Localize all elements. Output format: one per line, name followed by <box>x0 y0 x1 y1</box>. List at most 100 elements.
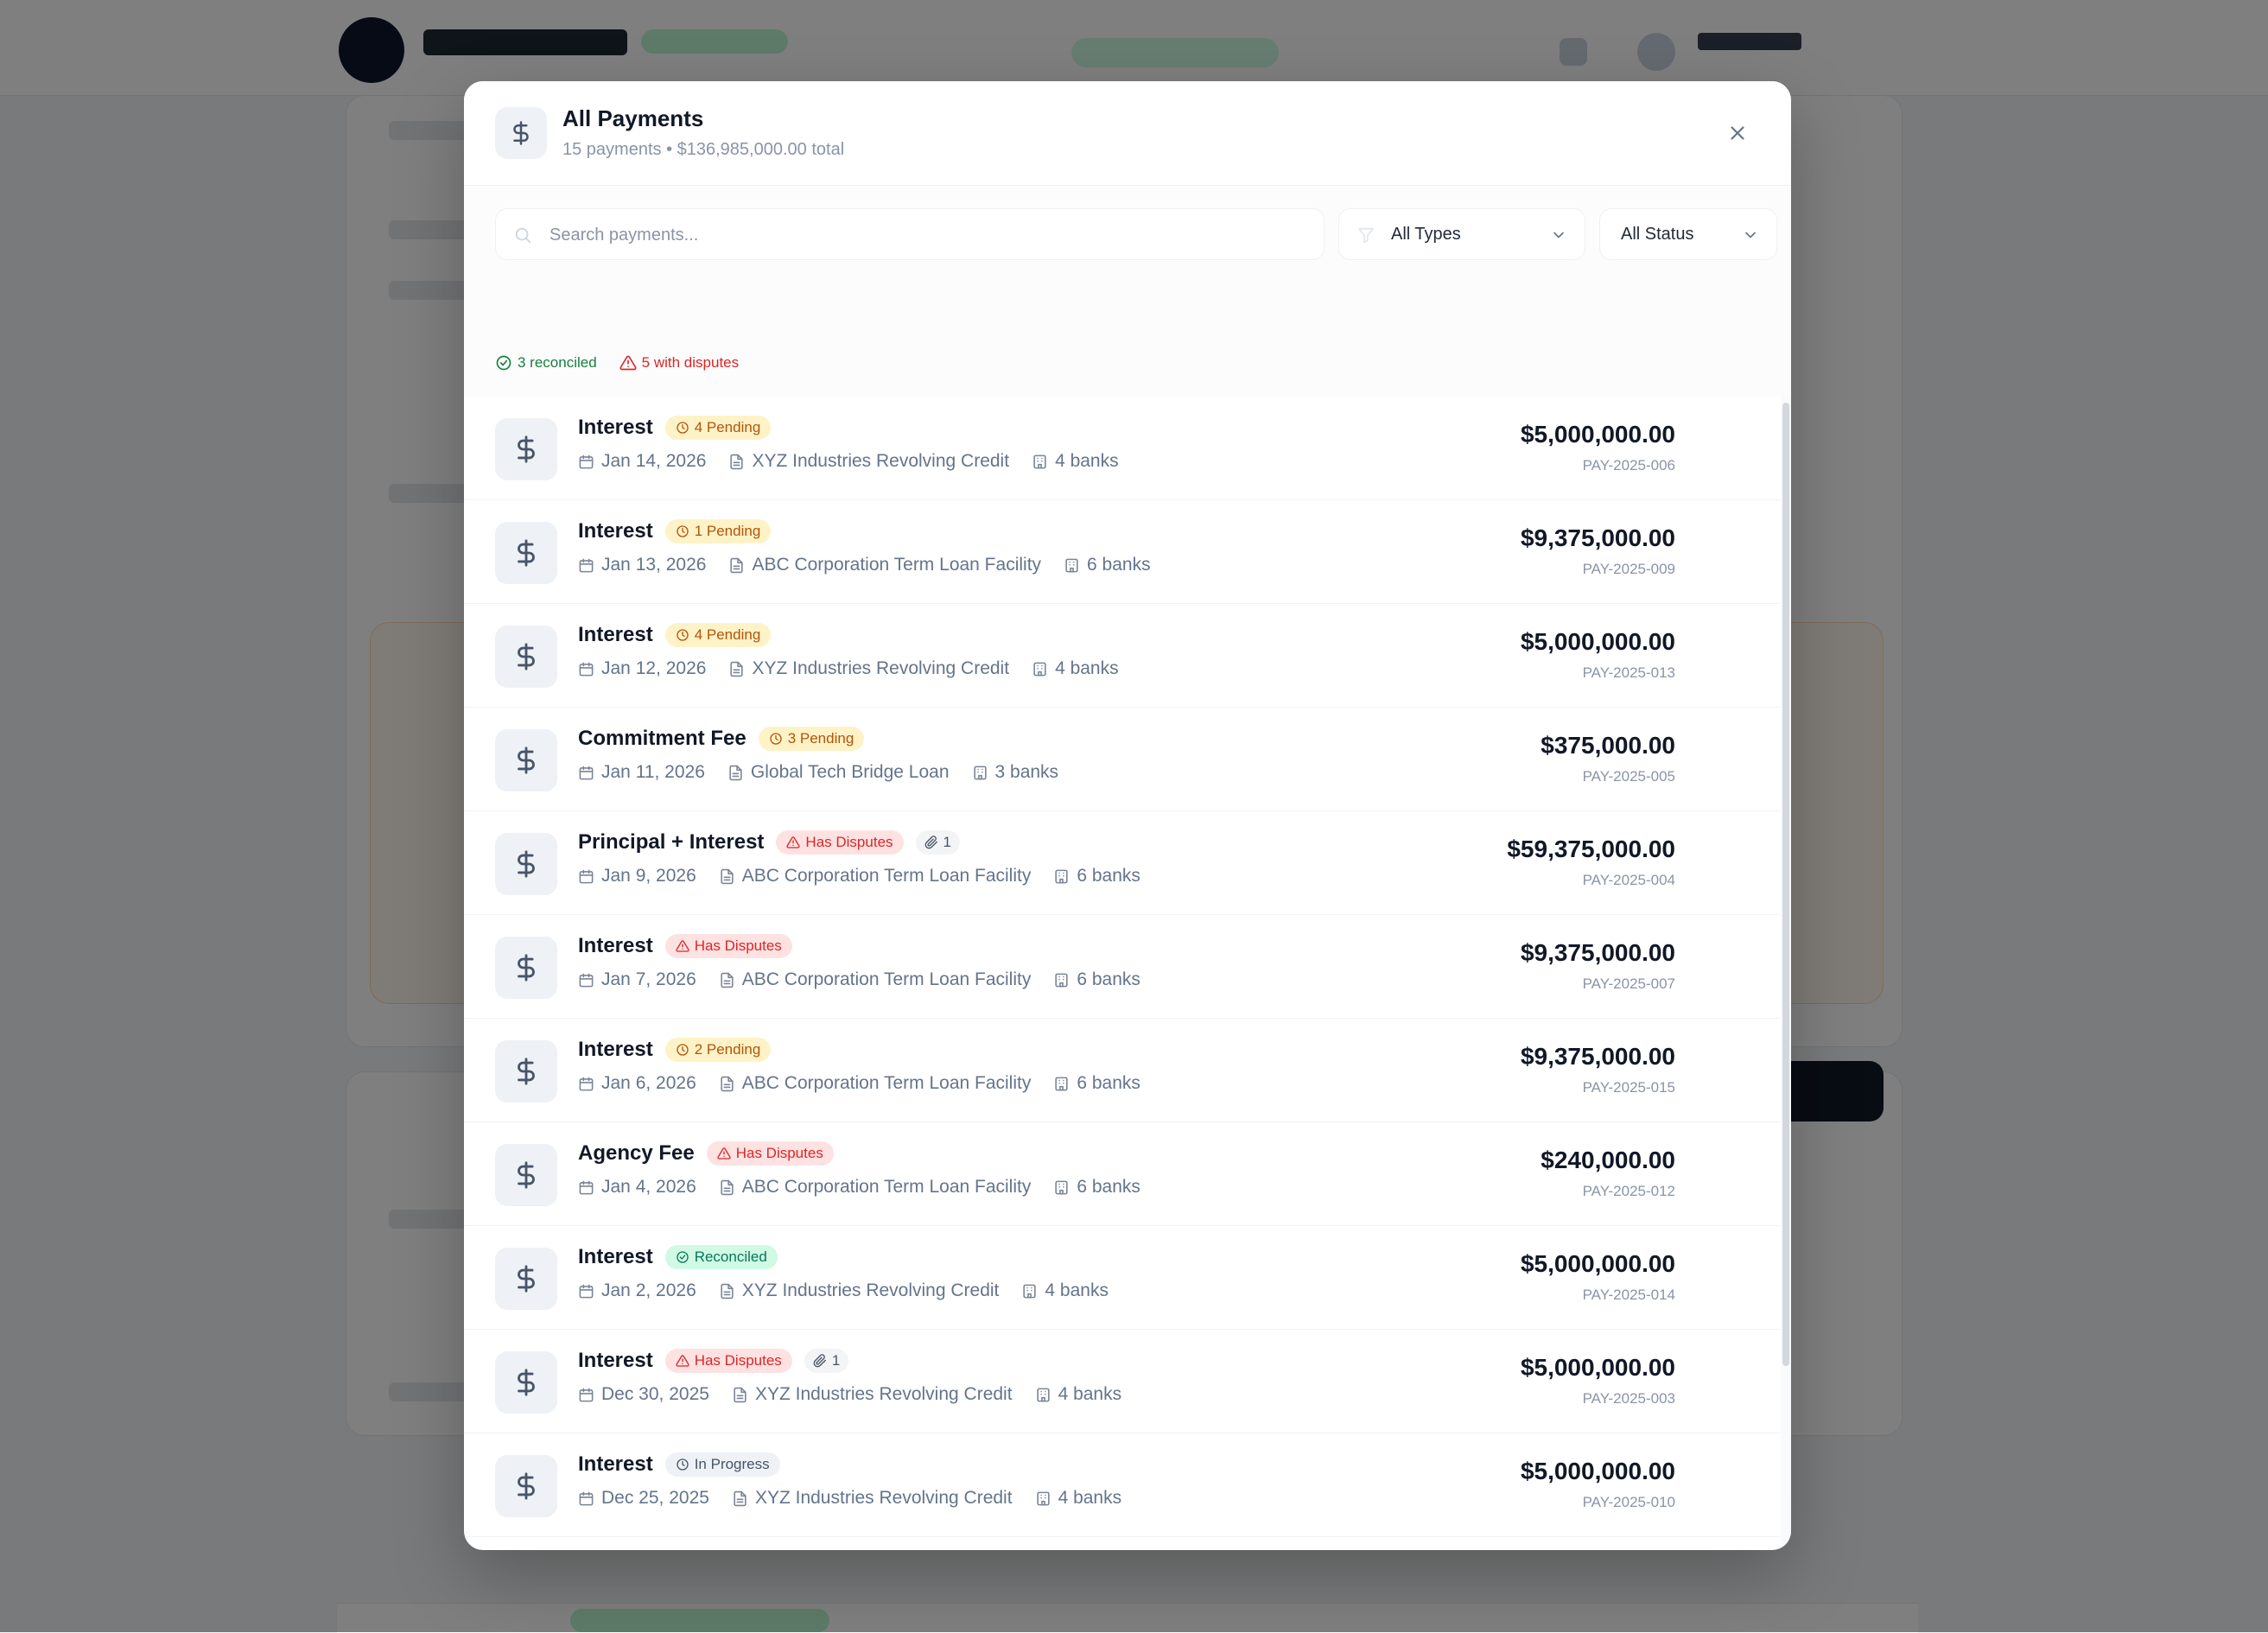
search-input[interactable] <box>548 209 1312 261</box>
payment-meta: Jan 13, 2026 ABC Corporation Term Loan F… <box>578 555 1151 575</box>
dollar-icon <box>495 1144 557 1206</box>
payment-row[interactable]: Commitment Fee 3 Pending Jan 11, 2026 Gl… <box>464 708 1781 811</box>
payment-banks: 4 banks <box>1032 658 1119 679</box>
chevron-down-icon <box>1745 232 1756 238</box>
payment-banks-text: 6 banks <box>1087 555 1151 575</box>
payment-date: Jan 6, 2026 <box>578 1073 696 1094</box>
payment-facility-text: XYZ Industries Revolving Credit <box>741 1280 1000 1300</box>
payment-banks: 6 banks <box>1053 1073 1140 1094</box>
calendar-icon <box>579 1491 594 1505</box>
close-button[interactable] <box>1718 114 1757 152</box>
payment-date-text: Jan 2, 2026 <box>601 1280 696 1300</box>
clock-icon <box>676 524 689 538</box>
payment-date: Jan 12, 2026 <box>578 658 706 679</box>
payment-row[interactable]: Interest 2 Pending Jan 6, 2026 ABC Corpo… <box>464 1019 1781 1122</box>
payment-title-line: Commitment Fee 3 Pending <box>578 727 865 751</box>
payment-title-line: Interest Has Disputes <box>578 934 792 958</box>
filter-icon <box>1357 227 1375 244</box>
payment-meta: Dec 25, 2025 XYZ Industries Revolving Cr… <box>578 1488 1121 1509</box>
status-badge-label: 3 Pending <box>787 730 854 747</box>
payment-date: Jan 2, 2026 <box>578 1280 696 1301</box>
payment-banks-text: 6 banks <box>1077 866 1140 886</box>
alert-triangle-icon <box>676 939 689 953</box>
payment-date-text: Jan 6, 2026 <box>601 1073 696 1093</box>
payment-row[interactable]: Principal + Interest Has Disputes 1 Jan … <box>464 811 1781 915</box>
payment-amount: $5,000,000.00 <box>1520 628 1675 655</box>
payment-row[interactable]: Interest In Progress Dec 25, 2025 XYZ In… <box>464 1433 1781 1537</box>
status-badge: 4 Pending <box>664 416 772 440</box>
calendar-icon <box>579 454 594 468</box>
payment-facility-text: XYZ Industries Revolving Credit <box>752 658 1010 678</box>
status-badge-label: Has Disputes <box>805 834 893 850</box>
modal-subtitle: 15 payments • $136,985,000.00 total <box>562 140 845 159</box>
status-select[interactable]: All Status <box>1599 208 1777 260</box>
payment-title-line: Interest 4 Pending <box>578 623 772 647</box>
payment-facility-text: XYZ Industries Revolving Credit <box>754 1488 1013 1508</box>
payment-facility: ABC Corporation Term Loan Facility <box>719 969 1031 990</box>
payment-banks-text: 4 banks <box>1058 1384 1122 1404</box>
payment-meta: Jan 12, 2026 XYZ Industries Revolving Cr… <box>578 658 1119 679</box>
payment-meta: Dec 30, 2025 XYZ Industries Revolving Cr… <box>578 1384 1121 1405</box>
payment-row[interactable]: Interest 1 Pending Jan 13, 2026 ABC Corp… <box>464 500 1781 604</box>
payment-title-line: Interest 1 Pending <box>578 519 772 543</box>
payment-type: Interest <box>578 1349 653 1372</box>
payment-date: Jan 7, 2026 <box>578 969 696 990</box>
payment-facility: XYZ Industries Revolving Credit <box>728 658 1009 679</box>
payment-row[interactable]: Interest 4 Pending Jan 14, 2026 XYZ Indu… <box>464 397 1781 500</box>
payment-type: Interest <box>578 1038 653 1061</box>
payment-date: Jan 13, 2026 <box>578 555 706 575</box>
payment-title-line: Agency Fee Has Disputes <box>578 1141 834 1166</box>
payment-row[interactable]: Interest Reconciled Jan 2, 2026 XYZ Indu… <box>464 1226 1781 1330</box>
payment-date: Jan 9, 2026 <box>578 866 696 886</box>
document-icon <box>721 868 734 884</box>
payment-amount: $5,000,000.00 <box>1520 421 1675 448</box>
payment-facility: ABC Corporation Term Loan Facility <box>719 866 1032 886</box>
payment-banks-text: 4 banks <box>1055 451 1119 471</box>
payment-banks-text: 6 banks <box>1077 1177 1140 1197</box>
payment-date: Jan 4, 2026 <box>578 1177 696 1198</box>
status-badge: 4 Pending <box>664 623 772 647</box>
payment-date-text: Jan 7, 2026 <box>601 969 696 989</box>
payment-type: Interest <box>578 623 653 646</box>
bank-icon <box>1036 1388 1050 1401</box>
payment-row[interactable]: Interest Has Disputes Jan 7, 2026 ABC Co… <box>464 915 1781 1019</box>
payment-facility-text: ABC Corporation Term Loan Facility <box>741 866 1032 886</box>
search-box <box>495 208 1325 261</box>
payment-row[interactable]: Interest In Progress Dec 15, 2025 ABC Co… <box>464 1537 1781 1550</box>
payment-amount: $5,000,000.00 <box>1520 1458 1675 1484</box>
bank-icon <box>1036 1491 1050 1505</box>
dollar-icon <box>495 833 557 895</box>
modal-title: All Payments <box>562 105 704 131</box>
dollar-icon <box>495 522 557 584</box>
status-badge: Has Disputes <box>664 934 792 958</box>
attachment-count: 1 <box>943 834 951 850</box>
payment-facility-text: Global Tech Bridge Loan <box>750 762 950 782</box>
payment-date-text: Jan 13, 2026 <box>601 555 707 575</box>
payment-row[interactable]: Interest 4 Pending Jan 12, 2026 XYZ Indu… <box>464 604 1781 708</box>
bank-icon <box>1055 1180 1068 1194</box>
payment-facility: XYZ Industries Revolving Credit <box>719 1280 1000 1301</box>
payment-date-text: Jan 9, 2026 <box>601 866 696 886</box>
payment-row[interactable]: Interest Has Disputes 1 Dec 30, 2025 XYZ… <box>464 1330 1781 1433</box>
chevron-down-icon <box>1553 232 1564 238</box>
payment-facility: ABC Corporation Term Loan Facility <box>719 1177 1031 1198</box>
payment-row[interactable]: Agency Fee Has Disputes Jan 4, 2026 ABC … <box>464 1122 1781 1226</box>
payment-reference: PAY-2025-014 <box>1582 1287 1675 1303</box>
payment-date: Jan 14, 2026 <box>578 451 706 472</box>
paperclip-icon <box>924 836 937 849</box>
payment-reference: PAY-2025-010 <box>1582 1494 1675 1510</box>
payment-type: Commitment Fee <box>578 727 746 750</box>
list-scrollbar-thumb[interactable] <box>1782 403 1789 1366</box>
payment-date-text: Jan 12, 2026 <box>601 658 707 678</box>
status-badge-label: In Progress <box>694 1456 770 1472</box>
payment-date-text: Dec 25, 2025 <box>601 1488 709 1508</box>
payment-amount: $5,000,000.00 <box>1520 1250 1675 1277</box>
bank-icon <box>1055 973 1068 987</box>
type-select[interactable]: All Types <box>1338 208 1585 260</box>
dollar-icon <box>495 1351 557 1414</box>
document-icon <box>730 454 744 469</box>
payment-date-text: Jan 11, 2026 <box>601 762 705 782</box>
type-select-value: All Types <box>1391 225 1461 244</box>
calendar-icon <box>579 1077 594 1090</box>
status-select-value: All Status <box>1621 225 1694 244</box>
